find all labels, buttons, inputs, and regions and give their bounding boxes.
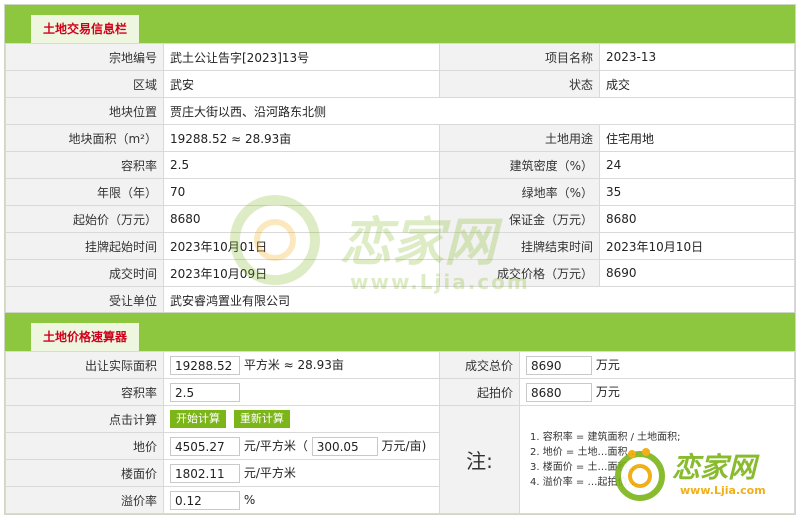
notes-list: 1. 容积率 = 建筑面积 / 土地面积; 2. 地价 = 土地…面积… 3. … <box>519 405 795 514</box>
table-row: 地块位置 贾庄大街以西、沿河路东北侧 <box>5 97 795 125</box>
field-label: 宗地编号 <box>5 43 164 71</box>
price-calculator-panel: 土地价格速算器 出让实际面积 19288.52 平方米 ≈ 28.93亩 成交总… <box>4 312 796 515</box>
field-value: 武土公让告字[2023]13号 <box>163 43 440 71</box>
field-value: 2023年10月01日 <box>163 232 440 260</box>
field-value: 成交 <box>599 70 795 98</box>
table-row: 受让单位 武安睿鸿置业有限公司 <box>5 286 795 314</box>
field-value: 住宅用地 <box>599 124 795 152</box>
calculator-header: 土地价格速算器 <box>5 313 795 351</box>
table-row: 容积率 2.5 起拍价 8680 万元 <box>5 378 795 406</box>
reset-calc-button[interactable]: 重新计算 <box>233 410 290 428</box>
field-value: 武安 <box>163 70 440 98</box>
field-label: 建筑密度（%） <box>439 151 600 179</box>
field-label: 挂牌结束时间 <box>439 232 600 260</box>
field-label: 土地用途 <box>439 124 600 152</box>
field-label: 容积率 <box>5 151 164 179</box>
table-row: 区域 武安 状态 成交 <box>5 70 795 98</box>
table-row: 容积率 2.5 建筑密度（%） 24 <box>5 151 795 179</box>
start-price-label: 起拍价 <box>439 378 520 406</box>
premium-unit: % <box>243 492 256 507</box>
note-item: 3. 楼面价 = 土…面积… <box>530 461 638 473</box>
field-label: 年限（年） <box>5 178 164 206</box>
field-value: 2023年10月09日 <box>163 259 440 287</box>
field-label: 保证金（万元） <box>439 205 600 233</box>
field-label: 受让单位 <box>5 286 164 314</box>
land-price-label: 地价 <box>5 432 164 460</box>
calculator-table: 出让实际面积 19288.52 平方米 ≈ 28.93亩 成交总价 8690 万… <box>5 351 795 514</box>
field-label: 地块位置 <box>5 97 164 125</box>
floor-price-label: 楼面价 <box>5 459 164 487</box>
field-label: 状态 <box>439 70 600 98</box>
floor-price-unit: 元/平方米 <box>243 465 296 480</box>
calculator-title: 土地价格速算器 <box>31 323 140 351</box>
field-value: 8690 <box>599 259 795 287</box>
land-price-mu-unit: 万元/亩) <box>381 438 427 453</box>
table-row: 宗地编号 武土公让告字[2023]13号 项目名称 2023-13 <box>5 43 795 71</box>
far-label: 容积率 <box>5 378 164 406</box>
field-label: 项目名称 <box>439 43 600 71</box>
table-row: 地块面积（m²） 19288.52 ≈ 28.93亩 土地用途 住宅用地 <box>5 124 795 152</box>
land-price-input[interactable]: 4505.27 <box>170 436 240 456</box>
field-label: 挂牌起始时间 <box>5 232 164 260</box>
note-item: 1. 容积率 = 建筑面积 / 土地面积; <box>530 431 681 443</box>
land-info-title: 土地交易信息栏 <box>31 15 140 43</box>
field-value: 2023-13 <box>599 43 795 71</box>
table-row: 挂牌起始时间 2023年10月01日 挂牌结束时间 2023年10月10日 <box>5 232 795 260</box>
land-price-unit: 元/平方米（ <box>243 438 308 453</box>
land-info-panel: 土地交易信息栏 宗地编号 武土公让告字[2023]13号 项目名称 2023-13 区域… <box>4 4 796 315</box>
field-value: 70 <box>163 178 440 206</box>
field-value: 35 <box>599 178 795 206</box>
field-label: 起始价（万元） <box>5 205 164 233</box>
field-label: 区域 <box>5 70 164 98</box>
click-calc-label: 点击计算 <box>5 405 164 433</box>
far-input[interactable]: 2.5 <box>170 382 240 402</box>
field-value: 武安睿鸿置业有限公司 <box>163 286 795 314</box>
field-value: 2023年10月10日 <box>599 232 795 260</box>
note-item: 4. 溢价率 = …起拍价… <box>530 476 638 488</box>
floor-price-input[interactable]: 1802.11 <box>170 463 240 483</box>
field-value: 8680 <box>599 205 795 233</box>
table-row: 出让实际面积 19288.52 平方米 ≈ 28.93亩 成交总价 8690 万… <box>5 351 795 379</box>
note-item: 2. 地价 = 土地…面积… <box>530 446 638 458</box>
premium-input[interactable]: 0.12 <box>170 490 240 510</box>
field-label: 绿地率（%） <box>439 178 600 206</box>
field-value: 19288.52 ≈ 28.93亩 <box>163 124 440 152</box>
land-price-mu-input[interactable]: 300.05 <box>311 436 378 456</box>
field-label: 地块面积（m²） <box>5 124 164 152</box>
table-row: 点击计算 开始计算 重新计算 注: 1. 容积率 = 建筑面积 / 土地面积; … <box>5 405 795 514</box>
area-label: 出让实际面积 <box>5 351 164 379</box>
premium-label: 溢价率 <box>5 486 164 514</box>
total-price-unit: 万元 <box>595 357 620 372</box>
field-value: 24 <box>599 151 795 179</box>
start-calc-button[interactable]: 开始计算 <box>170 410 226 428</box>
land-info-header: 土地交易信息栏 <box>5 5 795 43</box>
table-row: 成交时间 2023年10月09日 成交价格（万元） 8690 <box>5 259 795 287</box>
area-input[interactable]: 19288.52 <box>170 355 240 375</box>
table-row: 起始价（万元） 8680 保证金（万元） 8680 <box>5 205 795 233</box>
start-price-input[interactable]: 8680 <box>526 382 592 402</box>
field-value: 2.5 <box>163 151 440 179</box>
table-row: 年限（年） 70 绿地率（%） 35 <box>5 178 795 206</box>
land-info-table: 宗地编号 武土公让告字[2023]13号 项目名称 2023-13 区域 武安 状态 成交 地块… <box>5 43 795 314</box>
field-label: 成交价格（万元） <box>439 259 600 287</box>
field-value: 贾庄大街以西、沿河路东北侧 <box>163 97 795 125</box>
field-label: 成交时间 <box>5 259 164 287</box>
total-price-label: 成交总价 <box>439 351 520 379</box>
area-unit: 平方米 ≈ 28.93亩 <box>243 357 344 372</box>
total-price-input[interactable]: 8690 <box>526 355 592 375</box>
start-price-unit: 万元 <box>595 384 620 399</box>
note-title: 注: <box>466 449 493 473</box>
field-value: 8680 <box>163 205 440 233</box>
